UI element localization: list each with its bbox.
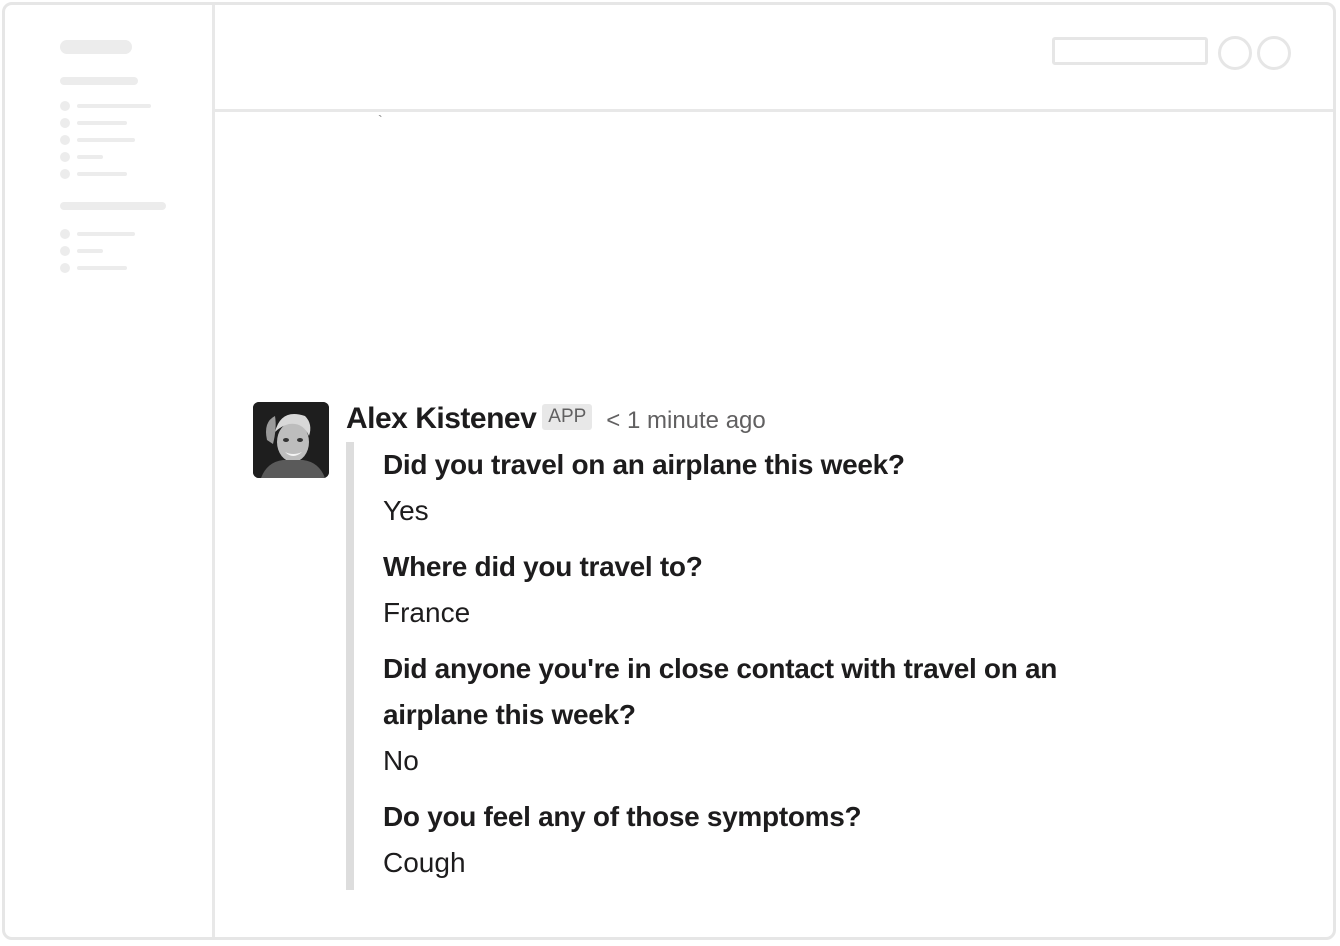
dm-dot [60,263,70,273]
top-bar [215,5,1333,112]
user-avatar-icon [253,402,329,478]
form-response-attachment: Did you travel on an airplane this week?… [346,442,1126,890]
sidebar-item-placeholder[interactable] [77,232,135,236]
sidebar-item-placeholder[interactable] [77,172,127,176]
search-input-placeholder[interactable] [1052,37,1208,65]
channel-dot [60,118,70,128]
app-badge: APP [542,404,593,430]
field-answer: Yes [383,495,429,526]
sender-name[interactable]: Alex Kistenev [346,402,537,435]
form-fields: Did you travel on an airplane this week?… [383,442,1143,896]
field-answer: France [383,597,471,628]
header-circle-button[interactable] [1257,36,1291,70]
sidebar-item-placeholder[interactable] [77,138,135,142]
workspace-name-placeholder [60,40,132,54]
section-header-placeholder [60,202,166,210]
sidebar-skeleton [5,5,215,937]
sidebar-item-placeholder[interactable] [77,266,127,270]
field-question: Where did you travel to? [383,551,703,582]
channel-dot [60,135,70,145]
sidebar-item-placeholder[interactable] [77,155,103,159]
sidebar-item-placeholder[interactable] [77,104,151,108]
avatar[interactable] [253,402,329,478]
field-answer: Cough [383,847,466,878]
sidebar-item-placeholder[interactable] [77,121,127,125]
stray-backtick: ` [378,112,383,128]
channel-dot [60,169,70,179]
field-question: Did anyone you're in close contact with … [383,653,1058,730]
section-header-placeholder [60,77,138,85]
field-question: Do you feel any of those symptoms? [383,801,862,832]
field-question: Did you travel on an airplane this week? [383,449,905,480]
channel-dot [60,152,70,162]
channel-dot [60,101,70,111]
dm-dot [60,246,70,256]
dm-dot [60,229,70,239]
sidebar-item-placeholder[interactable] [77,249,103,253]
header-circle-button[interactable] [1218,36,1252,70]
message-header: Alex Kistenev APP < 1 minute ago [346,402,766,438]
message-timestamp[interactable]: < 1 minute ago [606,407,765,434]
field-answer: No [383,745,419,776]
